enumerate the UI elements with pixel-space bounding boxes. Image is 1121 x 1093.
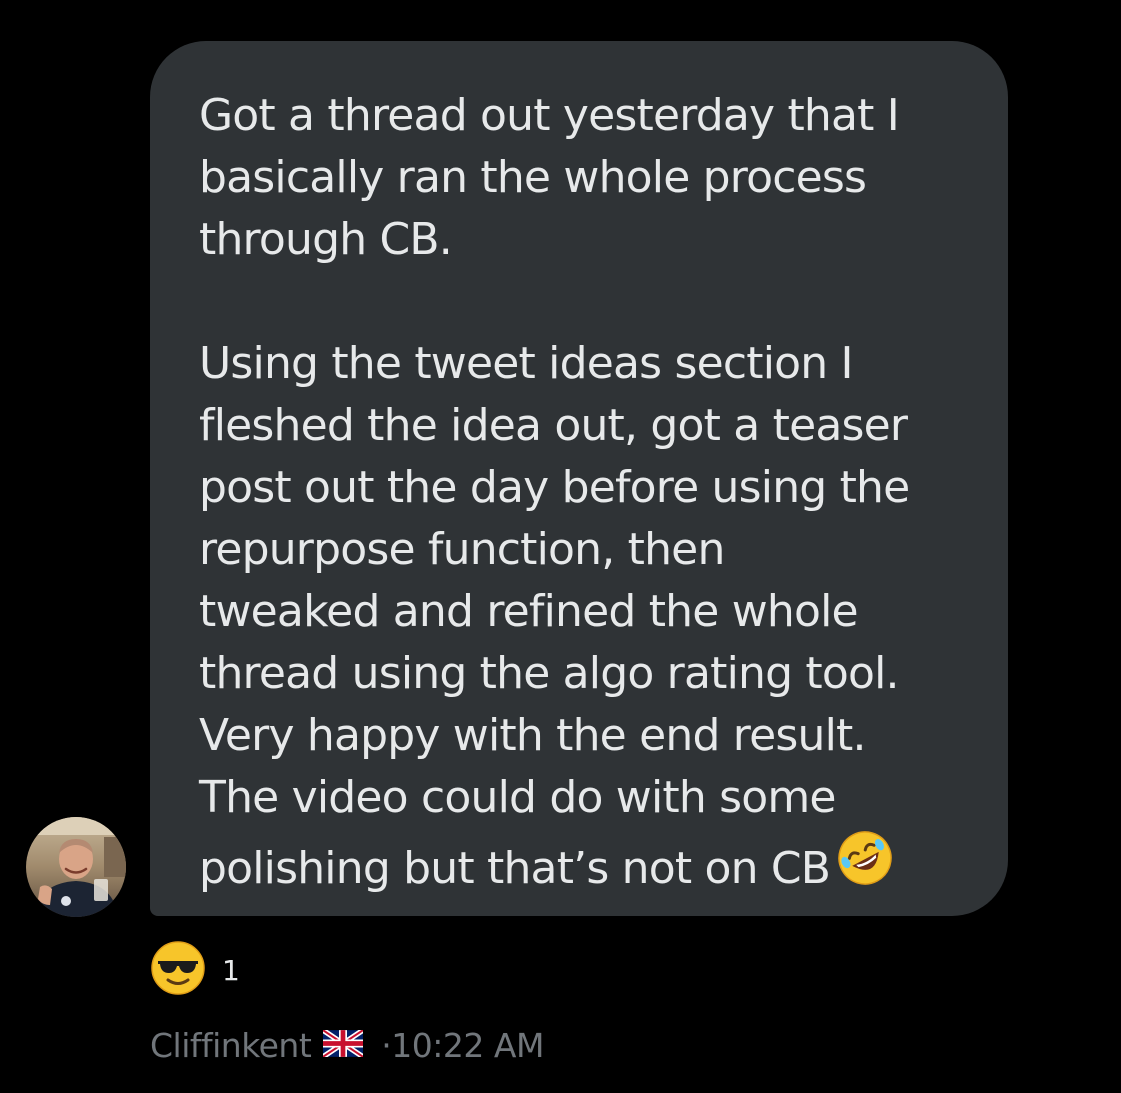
uk-flag-icon (321, 1026, 365, 1065)
message-bubble[interactable]: Got a thread out yesterday that I basica… (150, 41, 1008, 916)
message-line: basically ran the whole process (199, 152, 867, 203)
reaction-count: 1 (222, 953, 240, 987)
sender-username[interactable]: Cliffinkent (150, 1026, 312, 1065)
avatar[interactable] (26, 817, 126, 917)
message-line: Using the tweet ideas section I (199, 338, 854, 389)
message-timestamp: ·10:22 AM (381, 1025, 544, 1065)
message-paragraph-2: Using the tweet ideas section I fleshed … (199, 333, 968, 904)
message-line: Got a thread out yesterday that I (199, 90, 900, 141)
message-meta: Cliffinkent ·10:22 AM (150, 1023, 544, 1067)
rolling-on-floor-laughing-emoji-icon (836, 829, 894, 904)
message-line-text: polishing but that’s not on CB (199, 843, 831, 894)
message-line: Very happy with the end result. (199, 710, 866, 761)
message-line: The video could do with some (199, 772, 836, 823)
message-line: repurpose function, then (199, 524, 725, 575)
message-line: tweaked and refined the whole (199, 586, 859, 637)
sunglasses-face-emoji-icon (150, 940, 206, 1000)
message-paragraph-1: Got a thread out yesterday that I basica… (199, 85, 968, 271)
message-line: thread using the algo rating tool. (199, 648, 900, 699)
message-line-last: polishing but that’s not on CB (199, 829, 968, 904)
message-line: fleshed the idea out, got a teaser (199, 400, 908, 451)
message-line: post out the day before using the (199, 462, 910, 513)
message-line: through CB. (199, 214, 453, 265)
avatar-photo (26, 817, 126, 917)
reaction-pill[interactable]: 1 (150, 941, 240, 996)
